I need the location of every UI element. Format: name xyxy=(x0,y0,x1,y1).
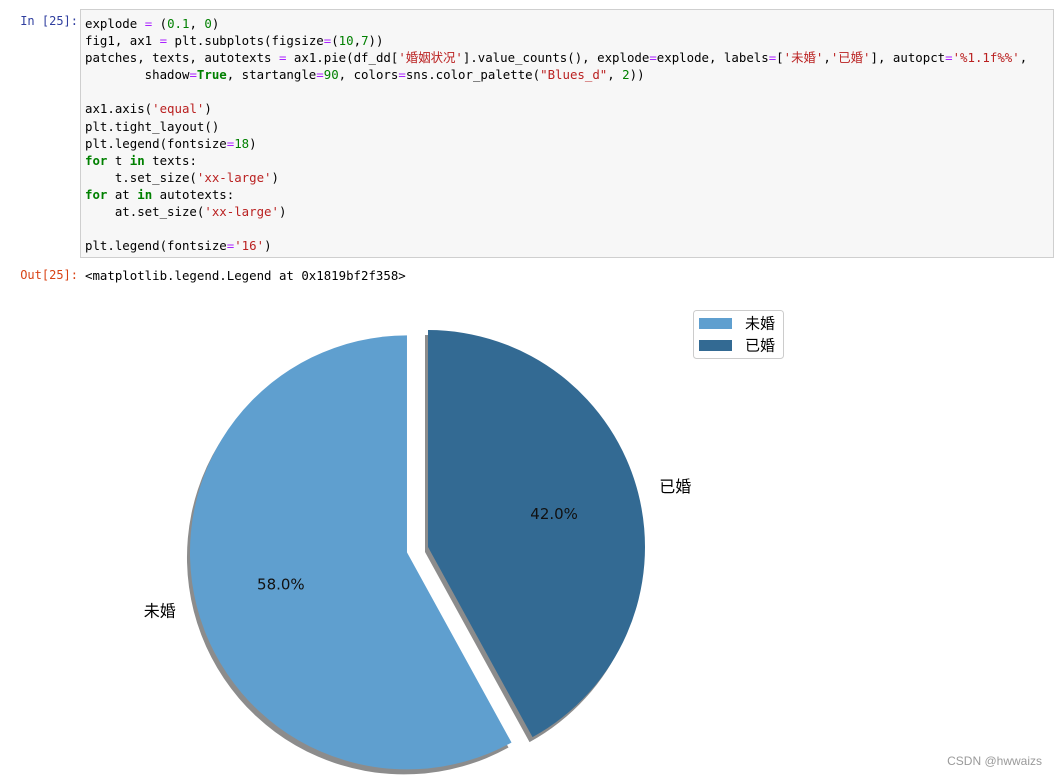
legend: 未婚已婚 xyxy=(693,310,784,359)
slice-percent-label: 42.0% xyxy=(530,505,578,523)
legend-label: 已婚 xyxy=(745,337,775,355)
legend-label: 未婚 xyxy=(745,315,775,333)
legend-swatch xyxy=(699,318,732,329)
slice-percent-label: 58.0% xyxy=(257,575,305,593)
slice-category-label: 已婚 xyxy=(659,477,691,496)
slice-category-label: 未婚 xyxy=(144,601,176,620)
legend-swatch xyxy=(699,340,732,351)
watermark: CSDN @hwwaizs xyxy=(947,754,1042,768)
pie-chart: 58.0%42.0%未婚已婚未婚已婚 xyxy=(144,310,784,775)
